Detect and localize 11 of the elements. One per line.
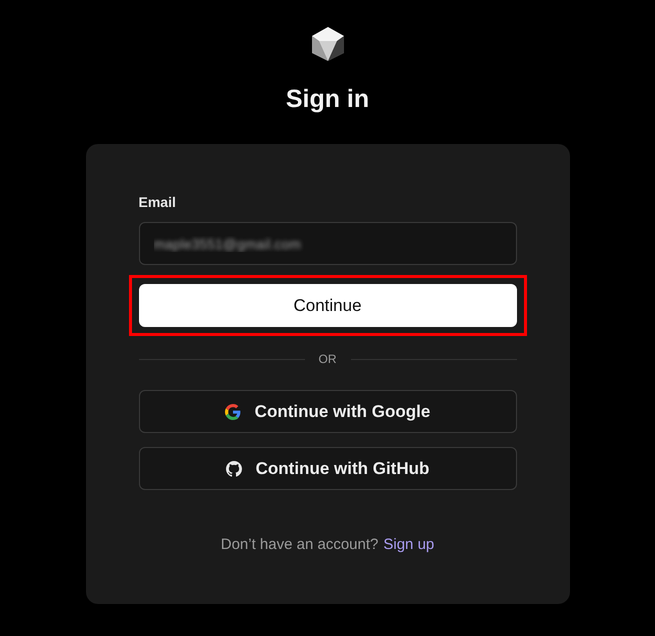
email-label: Email [138,194,176,210]
cube-logo-icon [310,26,344,62]
continue-button[interactable]: Continue [138,284,516,327]
github-icon [226,460,242,476]
google-icon [224,404,241,420]
google-button[interactable]: Continue with Google [138,390,516,433]
page-title: Sign in [286,84,370,114]
sign-up-link[interactable]: Sign up [383,536,434,554]
divider-label: OR [318,352,336,366]
github-button[interactable]: Continue with GitHub [138,447,516,490]
footer-text: Don’t have an account? [220,536,378,554]
